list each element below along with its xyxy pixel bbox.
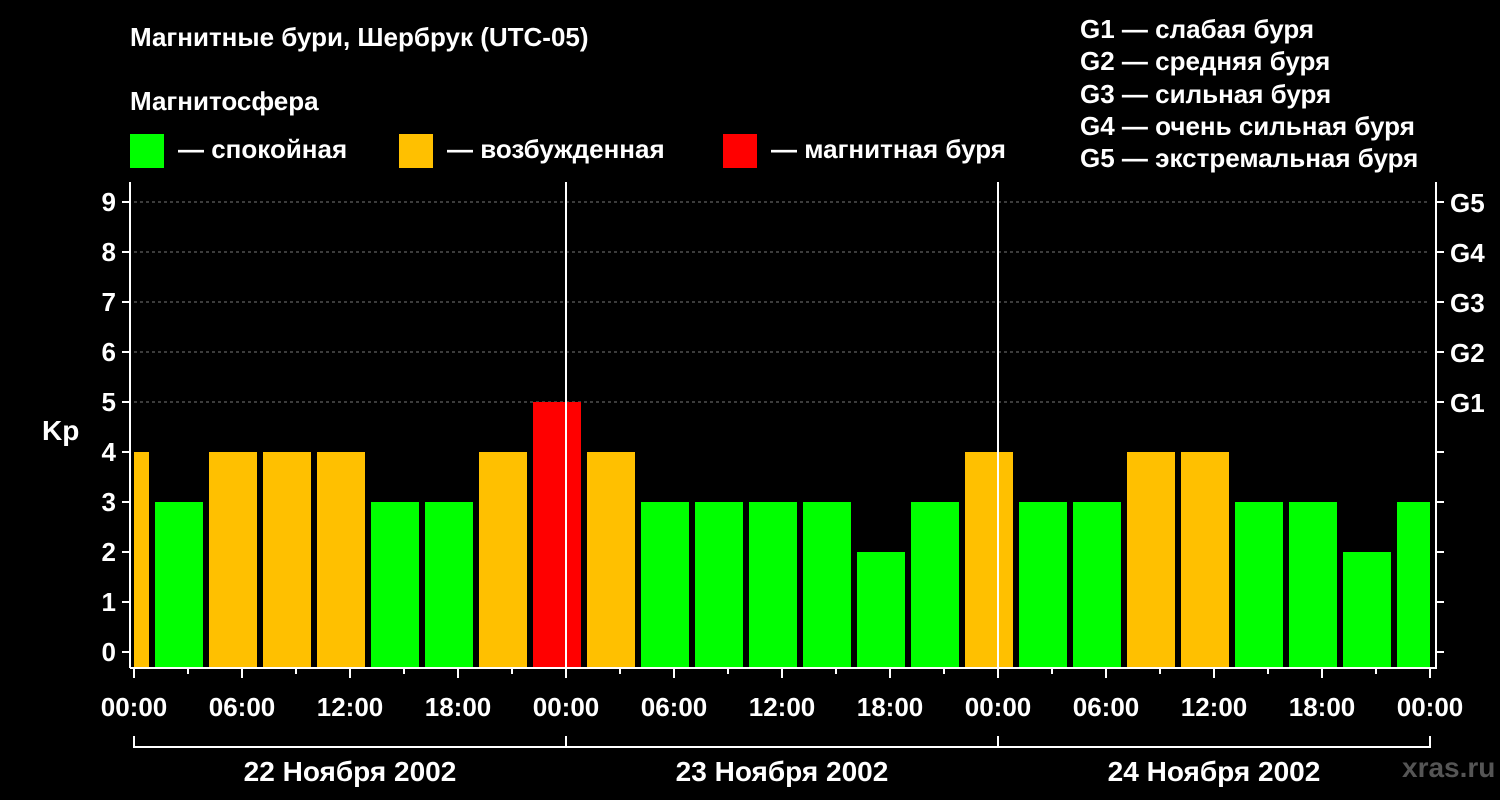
x-tick-label: 12:00: [317, 692, 384, 722]
x-tick-label: 18:00: [425, 692, 492, 722]
x-tick-label: 12:00: [749, 692, 816, 722]
g-axis-label: G2: [1450, 338, 1485, 368]
kp-bar-24: [1397, 502, 1430, 668]
kp-chart: 0 1 2 3 4 5 6 7 8 9 G1 G2 G3 G4 G5 Kp 00:00 06:00 12:00 18:…: [42, 182, 1485, 787]
y-tick-label: 4: [102, 437, 117, 467]
kp-bar-14: [857, 552, 905, 668]
kp-bar-18: [1073, 502, 1121, 668]
day-label: 22 Ноября 2002: [244, 756, 457, 787]
watermark: xras.ru: [1402, 752, 1496, 783]
g-axis-label: G3: [1450, 288, 1485, 318]
kp-bar-1: [155, 502, 203, 668]
y-tick-label: 0: [102, 637, 116, 667]
kp-bar-11: [695, 502, 743, 668]
x-tick-label: 18:00: [857, 692, 924, 722]
kp-bar-7: [479, 452, 527, 668]
kp-bar-15: [911, 502, 959, 668]
day-label: 24 Ноября 2002: [1108, 756, 1321, 787]
g-axis-label: G1: [1450, 388, 1485, 418]
kp-bar-12: [749, 502, 797, 668]
y-tick-label: 1: [102, 587, 116, 617]
x-tick-label: 00:00: [1397, 692, 1464, 722]
day-label: 23 Ноября 2002: [676, 756, 889, 787]
kp-bar-4: [317, 452, 365, 668]
kp-bar-9: [587, 452, 635, 668]
y-axis-title: Kp: [42, 415, 79, 446]
x-tick-label: 06:00: [209, 692, 276, 722]
kp-bar-21: [1235, 502, 1283, 668]
y-tick-label: 2: [102, 537, 116, 567]
y-tick-label: 8: [102, 237, 116, 267]
kp-bar-6: [425, 502, 473, 668]
kp-bar-5: [371, 502, 419, 668]
x-tick-label: 00:00: [101, 692, 168, 722]
x-tick-label: 00:00: [965, 692, 1032, 722]
x-tick-label: 12:00: [1181, 692, 1248, 722]
x-tick-label: 18:00: [1289, 692, 1356, 722]
x-tick-label: 06:00: [641, 692, 708, 722]
kp-bar-13: [803, 502, 851, 668]
x-tick-label: 06:00: [1073, 692, 1140, 722]
kp-bar-8: [533, 402, 581, 668]
y-tick-label: 3: [102, 487, 116, 517]
y-tick-label: 6: [102, 337, 116, 367]
g-axis-label: G4: [1450, 238, 1485, 268]
y-tick-label: 5: [102, 387, 116, 417]
kp-bar-22: [1289, 502, 1337, 668]
y-tick-label: 7: [102, 287, 116, 317]
kp-bar-23: [1343, 552, 1391, 668]
kp-bar-17: [1019, 502, 1067, 668]
g-axis-label: G5: [1450, 188, 1485, 218]
kp-bar-0: [134, 452, 149, 668]
kp-bar-3: [263, 452, 311, 668]
kp-bar-20: [1181, 452, 1229, 668]
kp-bar-19: [1127, 452, 1175, 668]
y-tick-label: 9: [102, 187, 116, 217]
x-tick-label: 00:00: [533, 692, 600, 722]
kp-bar-10: [641, 502, 689, 668]
kp-bar-16: [965, 452, 1013, 668]
kp-bar-2: [209, 452, 257, 668]
